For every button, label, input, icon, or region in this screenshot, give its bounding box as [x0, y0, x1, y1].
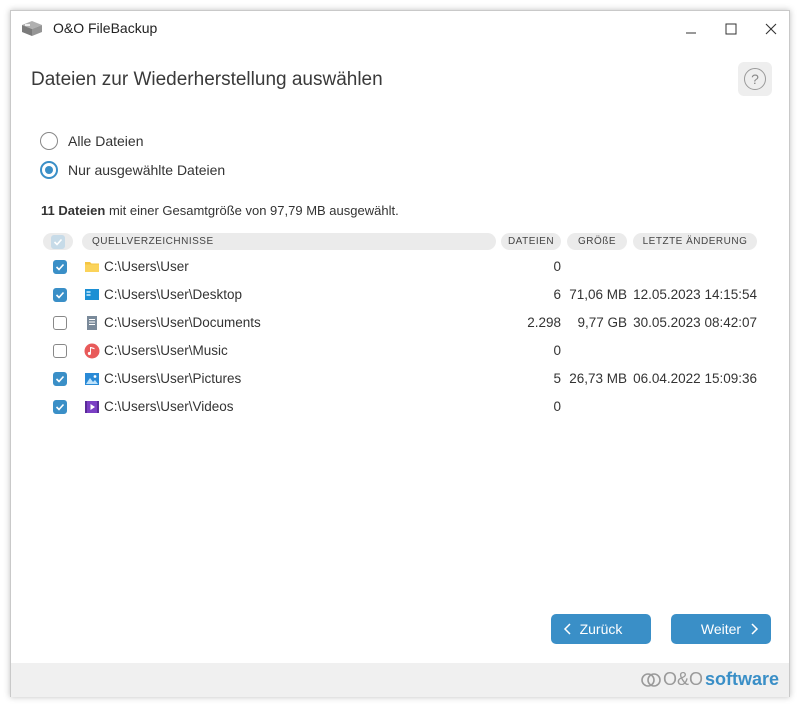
row-files: 0 — [553, 399, 561, 414]
folder-icon — [85, 262, 99, 272]
row-size: 71,06 MB — [569, 287, 627, 302]
row-path: C:\Users\User — [104, 259, 189, 274]
check-icon — [55, 403, 65, 411]
row-path: C:\Users\User\Documents — [104, 315, 261, 330]
table-row[interactable]: C:\Users\User\Music 0 — [43, 337, 763, 365]
row-checkbox[interactable] — [53, 344, 67, 358]
row-size: 9,77 GB — [577, 315, 627, 330]
summary-text: mit einer Gesamtgröße von 97,79 MB ausge… — [105, 203, 399, 218]
column-header-modified[interactable]: LETZTE ÄNDERUNG — [633, 233, 757, 250]
table-row[interactable]: C:\Users\User\Pictures 5 26,73 MB 06.04.… — [43, 365, 763, 393]
footer: O&O software — [11, 663, 789, 697]
table-row[interactable]: C:\Users\User\Videos 0 — [43, 393, 763, 421]
row-checkbox[interactable] — [53, 372, 67, 386]
radio-all-files[interactable]: Alle Dateien — [40, 132, 144, 150]
brand-name: software — [704, 669, 779, 689]
title-bar[interactable]: O&O FileBackup — [11, 11, 789, 47]
check-icon — [55, 375, 65, 383]
chevron-right-icon — [751, 623, 759, 635]
row-size: 26,73 MB — [569, 371, 627, 386]
documents-icon — [87, 316, 97, 330]
row-modified: 30.05.2023 08:42:07 — [633, 315, 757, 330]
column-header-size[interactable]: GRÖßE — [567, 233, 627, 250]
row-path: C:\Users\User\Desktop — [104, 287, 243, 302]
column-header-files[interactable]: DATEIEN — [501, 233, 561, 250]
close-icon — [765, 23, 777, 35]
help-icon: ? — [744, 68, 766, 90]
check-icon — [53, 238, 63, 246]
row-files: 5 — [553, 371, 561, 386]
column-header-source[interactable]: QUELLVERZEICHNISSE — [82, 233, 496, 250]
check-icon — [55, 263, 65, 271]
pictures-icon — [85, 373, 99, 385]
table-row[interactable]: C:\Users\User\Desktop 6 71,06 MB 12.05.2… — [43, 281, 763, 309]
row-path: C:\Users\User\Music — [104, 343, 228, 358]
close-button[interactable] — [751, 11, 791, 47]
brand-logo: O&O software — [641, 669, 779, 690]
music-icon — [84, 343, 100, 359]
row-files: 6 — [553, 287, 561, 302]
brand-prefix: O&O — [662, 669, 703, 689]
row-modified: 12.05.2023 14:15:54 — [633, 287, 757, 302]
chevron-left-icon — [563, 623, 571, 635]
row-path: C:\Users\User\Pictures — [104, 371, 242, 386]
select-all-header[interactable] — [43, 233, 73, 250]
app-window: O&O FileBackup Dateien zur Wiederherstel… — [10, 10, 790, 697]
row-modified: 06.04.2022 15:09:36 — [633, 371, 757, 386]
radio-all-files-label: Alle Dateien — [68, 133, 144, 149]
radio-selected-files-control[interactable] — [40, 161, 58, 179]
window-title: O&O FileBackup — [53, 20, 158, 36]
row-files: 0 — [553, 259, 561, 274]
row-checkbox[interactable] — [53, 316, 67, 330]
table-row[interactable]: C:\Users\User\Documents 2.298 9,77 GB 30… — [43, 309, 763, 337]
summary-count: 11 Dateien — [41, 203, 106, 218]
oo-logo-icon — [641, 672, 661, 687]
videos-icon — [85, 401, 99, 413]
check-icon — [55, 291, 65, 299]
radio-all-files-control[interactable] — [40, 132, 58, 150]
radio-selected-files-label: Nur ausgewählte Dateien — [68, 162, 226, 178]
radio-selected-files[interactable]: Nur ausgewählte Dateien — [40, 161, 225, 179]
maximize-icon — [725, 23, 737, 35]
select-all-checkbox[interactable] — [51, 234, 65, 249]
selection-summary: 11 Dateien mit einer Gesamtgröße von 97,… — [41, 203, 399, 218]
help-button[interactable]: ? — [738, 62, 772, 96]
back-button-label: Zurück — [579, 621, 623, 637]
app-logo-icon — [22, 21, 42, 36]
row-checkbox[interactable] — [53, 400, 67, 414]
minimize-icon — [686, 32, 696, 34]
page-title: Dateien zur Wiederherstellung auswählen — [31, 69, 383, 90]
back-button[interactable]: Zurück — [551, 614, 651, 644]
next-button-label: Weiter — [700, 621, 742, 637]
row-files: 2.298 — [527, 315, 561, 330]
minimize-button[interactable] — [671, 11, 711, 47]
row-checkbox[interactable] — [53, 288, 67, 302]
row-checkbox[interactable] — [53, 260, 67, 274]
maximize-button[interactable] — [711, 11, 751, 47]
desktop-icon — [85, 289, 99, 300]
row-files: 0 — [553, 343, 561, 358]
table-row[interactable]: C:\Users\User 0 — [43, 253, 763, 281]
row-path: C:\Users\User\Videos — [104, 399, 234, 414]
next-button[interactable]: Weiter — [671, 614, 771, 644]
